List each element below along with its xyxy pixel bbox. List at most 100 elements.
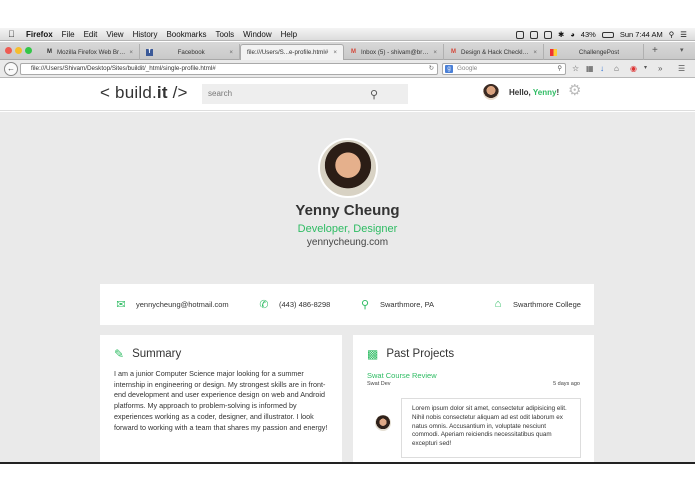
download-icon[interactable]: ↓ (600, 64, 604, 73)
reading-list-icon[interactable]: ▦ (586, 64, 594, 73)
pencil-icon: ✎ (114, 347, 125, 361)
tab-title: Facebook (177, 48, 205, 56)
tab-facebook[interactable]: f Facebook × (140, 44, 240, 60)
addon-icon[interactable]: ◉ (630, 64, 637, 73)
projects-heading: ▩ Past Projects (367, 347, 454, 361)
tab-title: file:///Users/S...e-profile.html# (247, 49, 329, 56)
minimize-window-button[interactable] (15, 47, 22, 54)
spotlight-icon[interactable]: ⚲ (669, 30, 675, 39)
menubar-status-area: ✱ ◕ 43% Sun 7:44 AM ⚲ ☰ (515, 28, 687, 41)
browser-tab-strip: M Mozilla Firefox Web Brows... × f Faceb… (0, 42, 695, 60)
close-tab-icon[interactable]: × (129, 49, 133, 56)
phone-text: (443) 486-8298 (279, 300, 331, 309)
close-window-button[interactable] (5, 47, 12, 54)
menu-bookmarks[interactable]: Bookmarks (166, 30, 206, 39)
browser-search-placeholder: Google (457, 65, 478, 72)
zoom-window-button[interactable] (25, 47, 32, 54)
gear-icon[interactable]: ⚙ (568, 83, 581, 99)
greeting[interactable]: Hello, Yenny! (509, 88, 559, 97)
home-icon: ⌂ (494, 298, 502, 310)
menu-tools[interactable]: Tools (215, 30, 234, 39)
summary-card: ✎ Summary I am a junior Computer Science… (100, 335, 342, 465)
home-icon[interactable]: ⌂ (614, 64, 619, 73)
tab-list-chevron-icon[interactable]: ▾ (680, 46, 684, 54)
google-icon[interactable]: g (445, 65, 453, 73)
past-projects-card: ▩ Past Projects Swat Course Review Swat … (353, 335, 594, 465)
reload-icon[interactable]: ↻ (429, 64, 434, 74)
tab-mozilla[interactable]: M Mozilla Firefox Web Brows... × (40, 44, 140, 60)
tab-challengepost[interactable]: ChallengePost (544, 44, 644, 60)
status-app-icon[interactable] (515, 30, 524, 39)
status-app-icon[interactable] (543, 30, 552, 39)
tab-inbox[interactable]: M Inbox (5) - shivam@briga... × (344, 44, 444, 60)
greeting-prefix: Hello, (509, 88, 533, 97)
wifi-icon[interactable]: ◕ (570, 30, 575, 39)
contact-phone[interactable]: ✆ (443) 486-8298 (257, 298, 330, 311)
menu-edit[interactable]: Edit (84, 30, 98, 39)
menu-app-name[interactable]: Firefox (26, 30, 53, 39)
menu-view[interactable]: View (106, 30, 123, 39)
school-text: Swarthmore College (513, 299, 581, 309)
projects-title: Past Projects (386, 348, 455, 360)
menu-history[interactable]: History (133, 30, 158, 39)
clipboard-icon: ▩ (367, 347, 379, 361)
new-tab-button[interactable]: + (652, 45, 658, 56)
comment-text: Lorem ipsum dolor sit amet, consectetur … (401, 398, 581, 458)
apple-icon[interactable]:  (8, 29, 20, 39)
star-bookmark-icon[interactable]: ☆ (572, 64, 579, 73)
battery-percent[interactable]: 43% (581, 30, 596, 39)
chevron-down-icon[interactable]: ▾ (644, 64, 647, 71)
browser-search-input[interactable]: g Google ⚲ (442, 63, 566, 75)
logo-prefix: < build. (100, 83, 157, 102)
contact-school: ⌂ Swarthmore College (491, 298, 581, 310)
url-text: file:///Users/Shivam/Desktop/Sites/build… (31, 65, 216, 72)
search-icon[interactable]: ⚲ (370, 85, 378, 105)
menu-help[interactable]: Help (281, 30, 297, 39)
site-search-placeholder: search (208, 89, 233, 98)
project-subtitle: Swat Dev (367, 381, 391, 387)
close-tab-icon[interactable]: × (229, 49, 233, 56)
back-button[interactable]: ← (4, 62, 18, 76)
close-tab-icon[interactable]: × (433, 49, 437, 56)
tab-title: Design & Hack Checklist (... (461, 48, 529, 56)
phone-icon: ✆ (259, 299, 269, 311)
greeting-suffix: ! (556, 88, 560, 97)
url-bar[interactable]: file:///Users/Shivam/Desktop/Sites/build… (20, 63, 438, 75)
profile-avatar (318, 138, 378, 198)
menu-file[interactable]: File (62, 30, 75, 39)
tab-checklist[interactable]: M Design & Hack Checklist (... × (444, 44, 544, 60)
summary-title: Summary (132, 348, 182, 360)
site-header: < build.it /> search ⚲ Hello, Yenny! ⚙ (0, 79, 695, 111)
challengepost-icon (550, 48, 557, 56)
summary-heading: ✎ Summary (114, 347, 181, 361)
overflow-chevron-icon[interactable]: » (658, 64, 662, 73)
logo-bold: it (156, 83, 168, 102)
contact-email[interactable]: ✉ yennycheung@hotmail.com (114, 298, 228, 311)
logo-suffix: /> (167, 83, 188, 102)
tab-current-file[interactable]: file:///Users/S...e-profile.html# × (240, 44, 344, 60)
mozilla-icon: M (47, 48, 52, 55)
status-app-icon[interactable] (529, 30, 538, 39)
menu-icon[interactable]: ☰ (678, 64, 685, 73)
close-tab-icon[interactable]: × (533, 49, 537, 56)
site-search-input[interactable]: search ⚲ (202, 84, 408, 104)
clock[interactable]: Sun 7:44 AM (620, 30, 663, 39)
notification-center-icon[interactable]: ☰ (680, 30, 687, 39)
project-name-link[interactable]: Swat Course Review (367, 371, 437, 380)
search-icon[interactable]: ⚲ (557, 64, 562, 74)
browser-nav-bar: ← file:///Users/Shivam/Desktop/Sites/bui… (0, 60, 695, 78)
bluetooth-icon[interactable]: ✱ (558, 30, 564, 39)
battery-icon[interactable] (601, 31, 614, 38)
comment-avatar (375, 415, 391, 431)
project-timestamp: 5 days ago (553, 381, 580, 387)
summary-text: I am a junior Computer Science major loo… (114, 369, 328, 432)
profile-role: Developer, Designer (297, 223, 398, 235)
tab-title: Mozilla Firefox Web Brows... (57, 48, 125, 56)
window-bottom-edge (0, 462, 695, 464)
close-tab-icon[interactable]: × (333, 49, 337, 56)
menu-window[interactable]: Window (243, 30, 271, 39)
header-avatar[interactable] (483, 84, 499, 100)
site-logo[interactable]: < build.it /> (100, 83, 188, 103)
profile-website-link[interactable]: yennycheung.com (0, 237, 695, 248)
contact-location: ⚲ Swarthmore, PA (358, 298, 434, 311)
